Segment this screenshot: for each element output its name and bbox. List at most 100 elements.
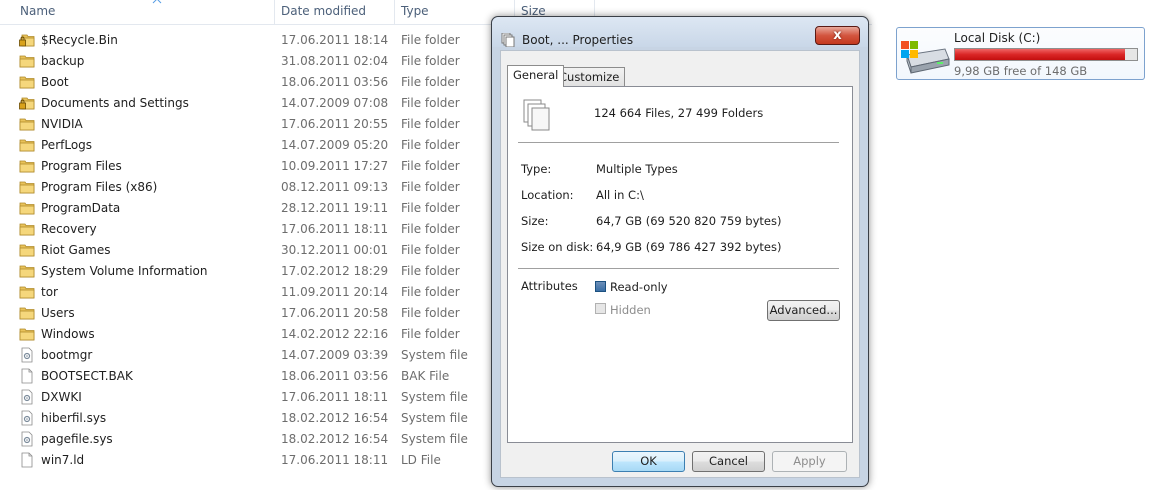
sort-arrow-icon — [152, 0, 162, 4]
multiple-files-icon — [523, 99, 550, 131]
file-name: $Recycle.Bin — [41, 33, 118, 47]
drive-free-space: 9,98 GB free of 148 GB — [954, 64, 1088, 78]
attributes-label: Attributes — [521, 279, 578, 293]
file-type: LD File — [401, 453, 441, 467]
file-type: File folder — [401, 222, 460, 236]
properties-dialog: Boot, ... Properties x General Customize… — [491, 16, 869, 487]
file-date-modified: 17.06.2011 18:11 — [281, 453, 389, 467]
drive-usage-bar — [954, 48, 1138, 61]
file-type: File folder — [401, 201, 460, 215]
file-date-modified: 17.06.2011 20:58 — [281, 306, 389, 320]
file-type: File folder — [401, 264, 460, 278]
file-date-modified: 14.02.2012 22:16 — [281, 327, 389, 341]
file-type: System file — [401, 390, 468, 404]
file-name: backup — [41, 54, 85, 68]
separator — [518, 268, 839, 269]
file-name: BOOTSECT.BAK — [41, 369, 133, 383]
file-date-modified: 31.08.2011 02:04 — [281, 54, 389, 68]
file-date-modified: 14.07.2009 07:08 — [281, 96, 389, 110]
file-type: File folder — [401, 33, 460, 47]
location-label: Location: — [521, 188, 574, 202]
ok-button[interactable]: OK — [612, 451, 685, 472]
file-date-modified: 30.12.2011 00:01 — [281, 243, 389, 257]
advanced-button[interactable]: Advanced... — [767, 300, 840, 321]
file-type: File folder — [401, 327, 460, 341]
dialog-titlebar[interactable]: Boot, ... Properties x — [492, 17, 868, 47]
file-type: File folder — [401, 285, 460, 299]
general-tab-page: 124 664 Files, 27 499 Folders Type: Mult… — [507, 86, 853, 443]
dialog-title: Boot, ... Properties — [522, 33, 634, 47]
tab-general[interactable]: General — [507, 65, 565, 87]
files-folders-count: 124 664 Files, 27 499 Folders — [594, 106, 764, 120]
size-label: Size: — [521, 214, 549, 228]
file-name: PerfLogs — [41, 138, 93, 152]
size-on-disk-label: Size on disk: — [521, 240, 594, 254]
file-date-modified: 18.02.2012 16:54 — [281, 432, 389, 446]
drive-name: Local Disk (C:) — [954, 31, 1041, 45]
column-header-name[interactable]: Name — [14, 0, 275, 24]
file-date-modified: 28.12.2011 19:11 — [281, 201, 389, 215]
drive-usage-fill — [955, 49, 1125, 60]
cancel-button[interactable]: Cancel — [692, 451, 765, 472]
apply-button[interactable]: Apply — [772, 451, 847, 472]
readonly-label[interactable]: Read-only — [610, 280, 668, 294]
file-date-modified: 17.06.2011 18:11 — [281, 390, 389, 404]
file-name: Users — [41, 306, 75, 320]
file-name: hiberfil.sys — [41, 411, 107, 425]
file-type: File folder — [401, 243, 460, 257]
file-date-modified: 08.12.2011 09:13 — [281, 180, 389, 194]
file-type: File folder — [401, 75, 460, 89]
file-name: ProgramData — [41, 201, 121, 215]
hidden-label: Hidden — [610, 303, 651, 317]
dialog-client-area: General Customize 124 664 Files, 27 499 … — [500, 50, 860, 478]
file-name: NVIDIA — [41, 117, 83, 131]
file-date-modified: 18.06.2011 03:56 — [281, 369, 389, 383]
hard-drive-icon — [901, 41, 950, 74]
file-name: Recovery — [41, 222, 97, 236]
file-date-modified: 17.06.2011 18:11 — [281, 222, 389, 236]
file-date-modified: 14.07.2009 05:20 — [281, 138, 389, 152]
file-name: win7.ld — [41, 453, 85, 467]
file-name: Program Files (x86) — [41, 180, 158, 194]
hidden-checkbox[interactable] — [595, 303, 606, 314]
file-date-modified: 14.07.2009 03:39 — [281, 348, 389, 362]
file-name: System Volume Information — [41, 264, 208, 278]
file-name: tor — [41, 285, 58, 299]
file-type: BAK File — [401, 369, 450, 383]
size-value: 64,7 GB (69 520 820 759 bytes) — [596, 214, 782, 228]
local-disk-tile[interactable]: Local Disk (C:) 9,98 GB free of 148 GB — [896, 27, 1145, 80]
size-on-disk-value: 64,9 GB (69 786 427 392 bytes) — [596, 240, 782, 254]
type-label: Type: — [521, 162, 552, 176]
file-type: File folder — [401, 138, 460, 152]
file-type: System file — [401, 432, 468, 446]
file-type: File folder — [401, 54, 460, 68]
column-header-date[interactable]: Date modified — [275, 0, 395, 24]
close-button[interactable]: x — [815, 26, 860, 45]
file-type: File folder — [401, 96, 460, 110]
file-name: Riot Games — [41, 243, 111, 257]
file-date-modified: 18.02.2012 16:54 — [281, 411, 389, 425]
column-header-name-label: Name — [20, 4, 56, 18]
file-date-modified: 11.09.2011 20:14 — [281, 285, 389, 299]
file-name: Boot — [41, 75, 69, 89]
file-type: File folder — [401, 306, 460, 320]
file-type: File folder — [401, 117, 460, 131]
file-date-modified: 10.09.2011 17:27 — [281, 159, 389, 173]
file-name: pagefile.sys — [41, 432, 113, 446]
file-date-modified: 17.06.2011 20:55 — [281, 117, 389, 131]
file-type: System file — [401, 411, 468, 425]
type-value: Multiple Types — [596, 162, 678, 176]
location-value: All in C:\ — [596, 188, 644, 202]
separator — [518, 142, 839, 143]
file-name: Windows — [41, 327, 95, 341]
file-type: System file — [401, 348, 468, 362]
readonly-checkbox[interactable] — [595, 281, 606, 292]
file-date-modified: 17.06.2011 18:14 — [281, 33, 389, 47]
multiple-files-icon — [501, 33, 515, 47]
file-name: bootmgr — [41, 348, 93, 362]
file-date-modified: 18.06.2011 03:56 — [281, 75, 389, 89]
file-name: DXWKI — [41, 390, 82, 404]
file-name: Documents and Settings — [41, 96, 189, 110]
file-name: Program Files — [41, 159, 122, 173]
file-type: File folder — [401, 180, 460, 194]
